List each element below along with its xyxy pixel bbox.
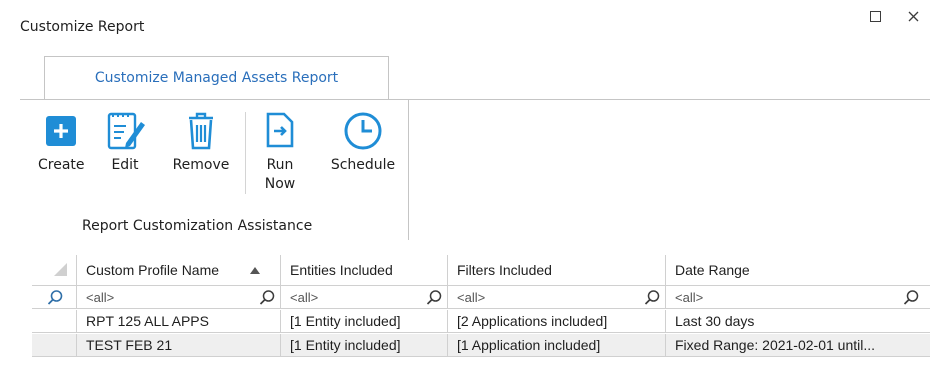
cell-filters-included[interactable]: [1 Application included] [448,334,666,357]
cell-date-range[interactable]: Last 30 days [666,310,930,333]
customize-report-window: Customize Report Customize Managed Asset… [0,0,930,374]
filter-input-entities-included[interactable]: <all> [281,286,448,309]
filter-value: <all> [86,290,115,305]
column-header-entities-included[interactable]: Entities Included [281,255,448,286]
column-header-label: Filters Included [457,262,552,278]
create-button[interactable]: Create [38,110,85,175]
filter-input-custom-profile-name[interactable]: <all> [77,286,281,309]
filter-value: <all> [675,290,704,305]
table-row[interactable]: RPT 125 ALL APPS [1 Entity included] [2 … [32,310,930,333]
search-icon [644,290,660,305]
cell-entities-included[interactable]: [1 Entity included] [281,334,448,357]
column-header-label: Custom Profile Name [86,262,220,278]
ribbon-divider [409,99,930,100]
row-selector[interactable] [32,334,77,357]
tab-label: Customize Managed Assets Report [94,70,339,86]
search-icon [903,290,919,305]
search-icon [259,290,275,305]
search-icon [47,290,63,305]
column-header-date-range[interactable]: Date Range [666,255,930,286]
corner-triangle-icon [54,263,67,276]
cell-custom-profile-name[interactable]: TEST FEB 21 [77,334,281,357]
clock-icon [344,112,382,150]
sort-ascending-icon [250,267,260,274]
grid-header-row: Custom Profile Name Entities Included Fi… [32,255,930,286]
create-label: Create [38,157,85,173]
ribbon-panel: Create Edit Remove Run Now Schedule Repo… [20,99,409,240]
schedule-label: Schedule [330,157,396,173]
schedule-button[interactable]: Schedule [322,110,404,175]
ribbon-group-label: Report Customization Assistance [82,218,313,234]
edit-label: Edit [111,157,139,173]
ribbon-separator [245,112,246,194]
column-header-filters-included[interactable]: Filters Included [448,255,666,286]
maximize-icon [870,11,881,22]
run-now-label: Run Now [264,157,296,192]
plus-icon [46,116,76,146]
search-icon [426,290,442,305]
remove-label: Remove [172,157,230,173]
row-selector[interactable] [32,310,77,333]
maximize-button[interactable] [867,8,885,26]
remove-button[interactable]: Remove [169,110,233,175]
column-header-custom-profile-name[interactable]: Custom Profile Name [77,255,281,286]
cell-date-range[interactable]: Fixed Range: 2021-02-01 until... [666,334,930,357]
trash-icon [189,112,213,150]
cell-entities-included[interactable]: [1 Entity included] [281,310,448,333]
select-all-corner[interactable] [32,255,77,286]
edit-icon [107,112,145,150]
filter-row-selector[interactable] [32,286,77,309]
filter-input-filters-included[interactable]: <all> [448,286,666,309]
run-now-button[interactable]: Run Now [260,110,300,194]
cell-custom-profile-name[interactable]: RPT 125 ALL APPS [77,310,281,333]
window-title: Customize Report [20,19,145,35]
run-icon [266,112,294,148]
title-bar: Customize Report [0,0,930,44]
close-icon [908,11,919,22]
table-row[interactable]: TEST FEB 21 [1 Entity included] [1 Appli… [32,334,930,357]
filter-input-date-range[interactable]: <all> [666,286,930,309]
filter-row: <all> <all> <all> <all> [32,286,930,309]
edit-button[interactable]: Edit [104,110,146,175]
filter-value: <all> [457,290,486,305]
close-button[interactable] [905,8,923,26]
cell-filters-included[interactable]: [2 Applications included] [448,310,666,333]
tab-customize-managed-assets-report[interactable]: Customize Managed Assets Report [44,56,389,100]
column-header-label: Entities Included [290,262,393,278]
column-header-label: Date Range [675,262,750,278]
filter-value: <all> [290,290,319,305]
